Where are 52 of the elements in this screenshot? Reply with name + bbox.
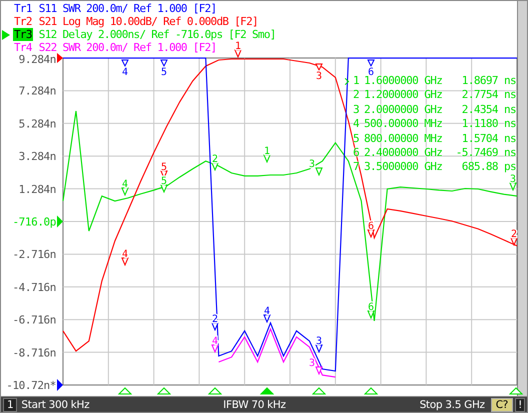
marker-number: 1 [353, 74, 360, 88]
axis-label: -8.716n [12, 346, 56, 360]
marker-frequency: 2.0000000 GHz [364, 102, 444, 118]
axis-label: -2.716n [12, 248, 56, 262]
trace-setting: S12 Delay 2.000ns/ Ref -716.0ps [F2 Smo] [38, 28, 276, 41]
trace-name[interactable]: Tr2 [13, 15, 33, 28]
marker-frequency: 500.00000 MHz [364, 117, 444, 132]
marker-number: 7 [353, 160, 360, 175]
marker-value: 2.4354 ns [460, 102, 516, 118]
marker-value: 1.8697 ns [460, 74, 516, 88]
trace-setting: S11 SWR 200.0m/ Ref 1.000 [F2] [38, 2, 216, 15]
axis-label: 9.284n [18, 53, 56, 66]
trace-name[interactable]: Tr4 [13, 41, 33, 54]
marker-label[interactable]: 3 [308, 358, 323, 376]
marker-frequency: 800.00000 MHz [364, 132, 444, 146]
reference-arrow-icon [57, 216, 63, 228]
ifbw-setting: IFBW 70 kHz [222, 399, 287, 411]
marker-value: 685.88 ps [460, 160, 516, 174]
axis-label: 3.284n [18, 150, 56, 164]
trace-setting: S21 Log Mag 10.00dB/ Ref 0.000dB [F2] [38, 15, 258, 28]
active-trace-icon [2, 30, 10, 40]
marker-value: 1.5704 ns [460, 132, 516, 146]
calibration-button[interactable]: C? [490, 398, 514, 412]
marker-frequency: 1.2000000 GHz [364, 88, 444, 103]
axis-label: -716.0p [12, 216, 56, 228]
marker-value: -5.7469 ns [454, 146, 516, 160]
marker-label[interactable]: 4 [121, 60, 129, 78]
axis-label: -6.716n [12, 314, 56, 327]
start-frequency: Start 300 kHz [21, 399, 90, 411]
alert-button[interactable]: ! [515, 398, 525, 412]
marker-value: 2.7754 ns [460, 88, 516, 103]
marker-label[interactable]: 5 [160, 60, 168, 78]
marker-value: 1.1180 ns [460, 117, 516, 132]
trace-name[interactable]: Tr1 [13, 2, 33, 15]
marker-number: 2 [353, 88, 360, 103]
axis-label: 1.284n [18, 182, 56, 196]
marker-number: 4 [353, 117, 360, 132]
marker-number: 5 [353, 132, 360, 146]
axis-label: 7.284n [18, 84, 56, 98]
marker-frequency: 2.4000000 GHz [364, 146, 444, 160]
marker-frequency: 3.5000000 GHz [364, 160, 444, 175]
axis-label: 5.284n [18, 117, 56, 130]
axis-label: -4.716n [12, 280, 56, 294]
axis-label: -10.72n* [6, 379, 56, 392]
channel-button[interactable]: 1 [3, 398, 18, 412]
reference-arrow-icon [57, 379, 63, 391]
marker-number: 3 [353, 102, 360, 118]
stop-frequency: Stop 3.5 GHz [420, 399, 485, 411]
reference-arrow-icon [57, 53, 63, 63]
trace-setting: S22 SWR 200.0m/ Ref 1.000 [F2] [38, 41, 216, 54]
trace-name[interactable]: Tr3 [13, 28, 33, 41]
marker-label[interactable]: 3 [315, 64, 323, 82]
